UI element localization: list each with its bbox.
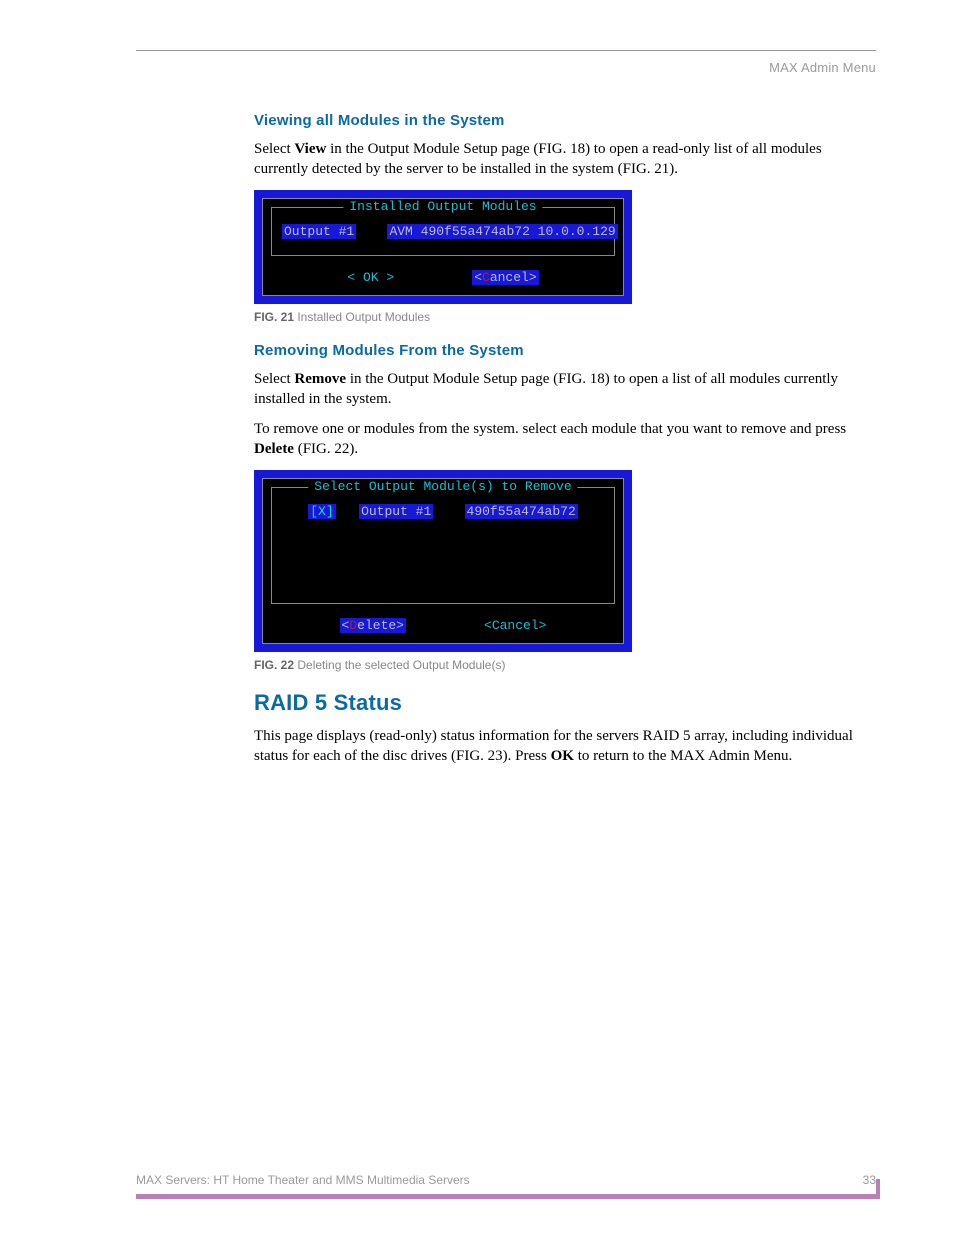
spacer: [364, 224, 380, 239]
caption-label: FIG. 22: [254, 658, 294, 672]
module-row: Output #1 AVM 490f55a474ab72 10.0.0.129: [282, 224, 604, 239]
footer-rule: [136, 1194, 876, 1199]
dialog-select-modules-remove: Select Output Module(s) to Remove [X] Ou…: [271, 487, 615, 604]
figure-22-caption: FIG. 22 Deleting the selected Output Mod…: [254, 658, 874, 672]
text: <: [474, 270, 482, 285]
caption-label: FIG. 21: [254, 310, 294, 324]
text-bold: View: [294, 141, 326, 157]
cancel-button[interactable]: <Cancel>: [484, 618, 546, 633]
heading-view-all: Viewing all Modules in the System: [254, 112, 874, 129]
text-bold: Delete: [254, 441, 294, 457]
text: To remove one or modules from the system…: [254, 421, 846, 437]
text: elete>: [357, 618, 404, 633]
text: in the Output Module Setup page (FIG. 18…: [254, 141, 822, 177]
hotkey-letter: C: [482, 270, 490, 285]
figure-21-terminal: Installed Output Modules Output #1 AVM 4…: [254, 190, 632, 304]
header-section-title: MAX Admin Menu: [769, 60, 876, 75]
checkbox-mark[interactable]: [X]: [308, 504, 335, 519]
text: Select: [254, 371, 294, 387]
text: to return to the MAX Admin Menu.: [574, 748, 792, 764]
footer-title: MAX Servers: HT Home Theater and MMS Mul…: [136, 1173, 470, 1187]
spacer: [343, 504, 351, 519]
text-bold: Remove: [294, 371, 346, 387]
dialog-title: Select Output Module(s) to Remove: [308, 479, 577, 494]
heading-removing: Removing Modules From the System: [254, 342, 874, 359]
caption-text: Installed Output Modules: [294, 310, 430, 324]
module-label: Output #1: [282, 224, 356, 239]
paragraph: Select Remove in the Output Module Setup…: [254, 369, 874, 410]
page-content: Viewing all Modules in the System Select…: [254, 112, 874, 776]
hotkey-letter: D: [349, 618, 357, 633]
paragraph: To remove one or modules from the system…: [254, 419, 874, 460]
text-bold: OK: [551, 748, 574, 764]
dialog-title: Installed Output Modules: [343, 199, 542, 214]
caption-text: Deleting the selected Output Module(s): [294, 658, 505, 672]
ok-button[interactable]: < OK >: [347, 270, 394, 285]
paragraph: Select View in the Output Module Setup p…: [254, 139, 874, 180]
text: (FIG. 22).: [294, 441, 358, 457]
dialog-buttons: < OK > <Cancel>: [263, 264, 623, 295]
header-rule: [136, 50, 876, 51]
figure-21-caption: FIG. 21 Installed Output Modules: [254, 310, 874, 324]
dialog-buttons: <Delete> <Cancel>: [263, 612, 623, 643]
text: Select: [254, 141, 294, 157]
dialog-installed-output-modules: Installed Output Modules Output #1 AVM 4…: [271, 207, 615, 256]
spacer: [402, 270, 464, 285]
spacer: [414, 618, 476, 633]
module-label: Output #1: [359, 504, 433, 519]
terminal-inner: Installed Output Modules Output #1 AVM 4…: [262, 198, 624, 296]
spacer: [441, 504, 457, 519]
heading-raid-5-status: RAID 5 Status: [254, 690, 874, 716]
module-value: 490f55a474ab72: [465, 504, 578, 519]
page-number: 33: [863, 1173, 876, 1187]
module-row: [X] Output #1 490f55a474ab72: [282, 504, 604, 519]
delete-button[interactable]: <Delete>: [340, 618, 406, 633]
document-page: MAX Admin Menu Viewing all Modules in th…: [0, 0, 954, 1235]
footer-accent: [876, 1179, 880, 1199]
terminal-inner: Select Output Module(s) to Remove [X] Ou…: [262, 478, 624, 644]
cancel-button[interactable]: <Cancel>: [472, 270, 538, 285]
paragraph: This page displays (read-only) status in…: [254, 726, 874, 767]
figure-22-terminal: Select Output Module(s) to Remove [X] Ou…: [254, 470, 632, 652]
module-value: AVM 490f55a474ab72 10.0.0.129: [387, 224, 617, 239]
text: ancel>: [490, 270, 537, 285]
